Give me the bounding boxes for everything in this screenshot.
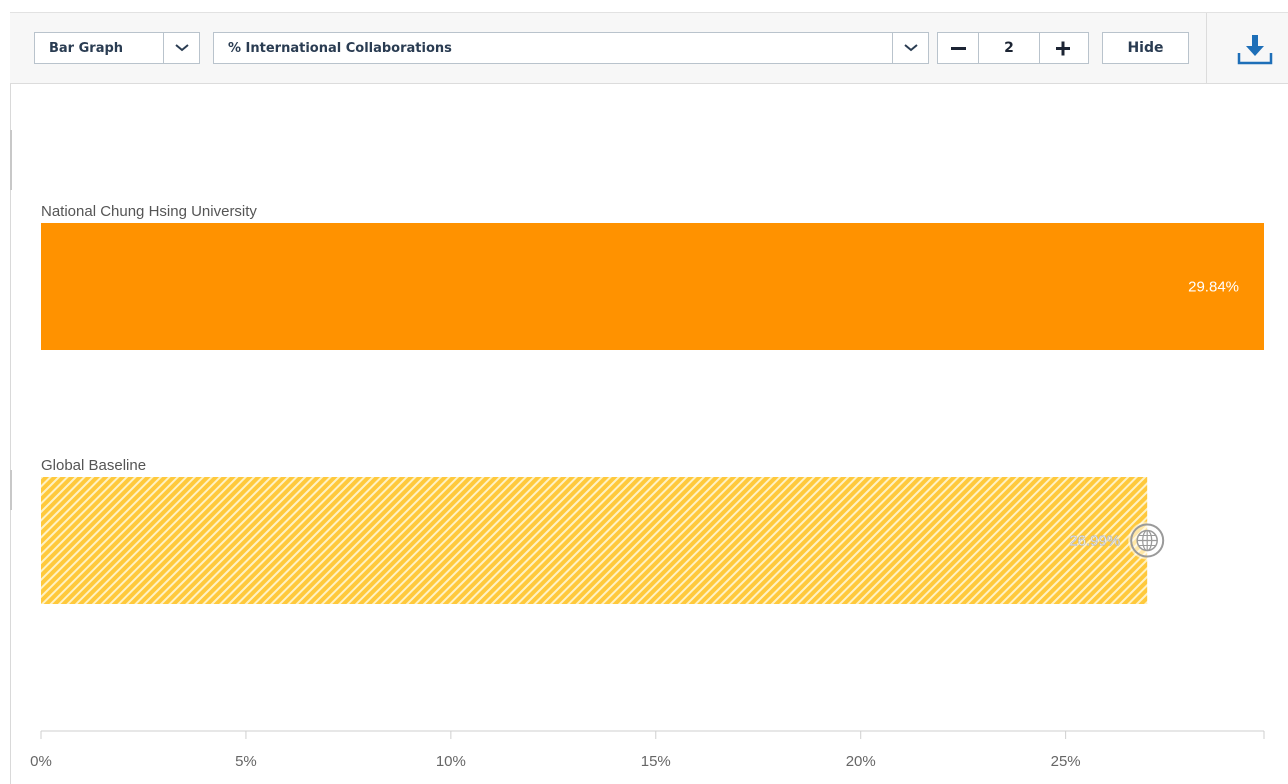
x-tick-label: 15% (641, 753, 671, 770)
x-tick-label: 0% (30, 753, 52, 770)
bar-primary[interactable] (41, 223, 1264, 350)
x-tick-label: 20% (846, 753, 876, 770)
bar-chart: 29.84% 26.99% 0% 5% 10% 15% 20% 25% (30, 223, 1265, 770)
bar-baseline[interactable] (41, 477, 1148, 604)
x-tick-label: 25% (1051, 753, 1081, 770)
x-tick-label: 5% (235, 753, 257, 770)
bar-value-label: 29.84% (1188, 279, 1239, 296)
globe-icon (1128, 521, 1167, 560)
x-tick-label: 10% (436, 753, 466, 770)
bar-value-label: 26.99% (1069, 533, 1120, 550)
